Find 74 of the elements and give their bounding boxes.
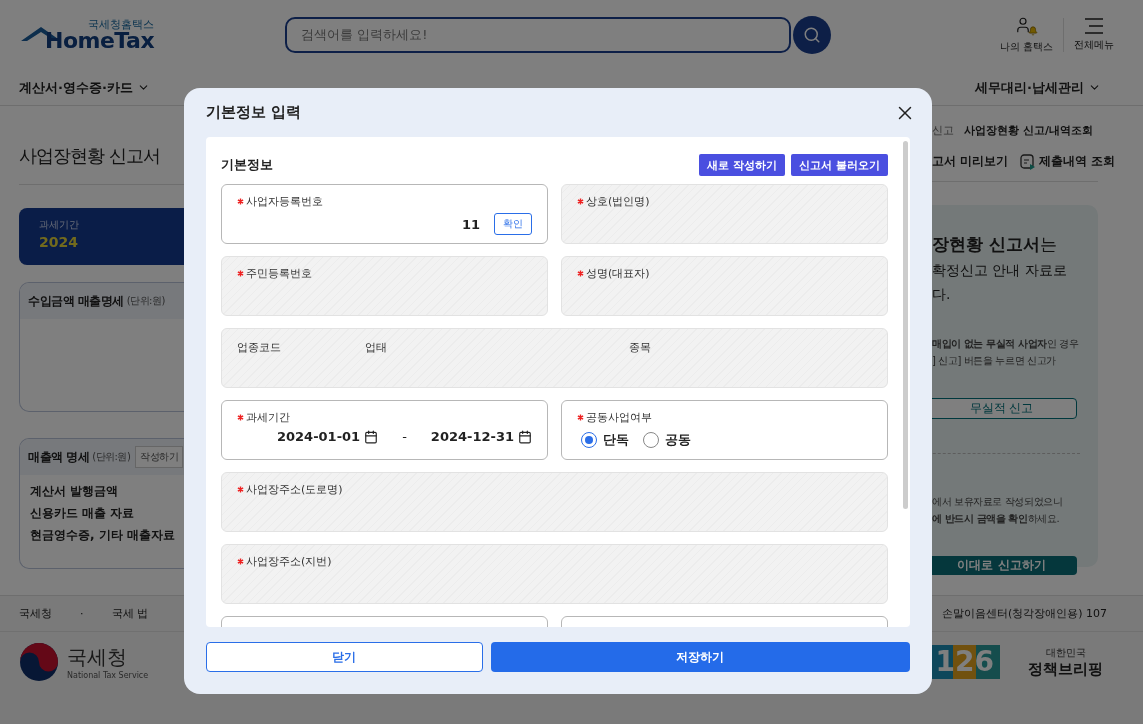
field-value: 11 bbox=[461, 216, 480, 232]
unit-label: (단위:원) bbox=[126, 294, 165, 308]
search-button[interactable] bbox=[793, 16, 831, 54]
nav-item[interactable]: 계산서·영수증·카드 bbox=[19, 78, 150, 97]
nav-item[interactable]: 세무대리·납세관리 bbox=[975, 78, 1101, 97]
agency-name: 국세청 bbox=[67, 644, 128, 671]
field-label: 성명(대표자) bbox=[577, 266, 872, 281]
calendar-icon[interactable] bbox=[364, 429, 379, 444]
field-label: 사업장주소(지번) bbox=[237, 554, 872, 569]
field-label: 공동사업여부 bbox=[577, 410, 872, 425]
footer-link[interactable]: 국세청 bbox=[19, 606, 52, 621]
field-label: 상호(법인명) bbox=[577, 194, 872, 209]
scrollbar-thumb[interactable] bbox=[903, 141, 908, 509]
logo-caption: 국세청홈택스 bbox=[88, 18, 155, 30]
confirm-button[interactable]: 확인 bbox=[494, 213, 532, 235]
document-icon bbox=[1020, 153, 1037, 170]
logo-text[interactable]: HomeTax bbox=[45, 29, 155, 52]
breadcrumb-item[interactable]: 사업장현황 신고/내역조회 bbox=[964, 122, 1093, 138]
emblem-icon bbox=[19, 642, 59, 682]
card-title: 수입금액 매출명세 bbox=[28, 292, 124, 310]
period-value: 2024 bbox=[39, 234, 78, 250]
radio-option[interactable]: 단독 bbox=[581, 431, 629, 449]
search-field[interactable]: 검색어를 입력하세요! bbox=[285, 17, 791, 53]
date-value: 2024-12-31 bbox=[430, 429, 514, 444]
sales-row: 신용카드 매출 자료 bbox=[30, 505, 135, 522]
footer-link[interactable]: · bbox=[80, 607, 84, 620]
section-button[interactable]: 새로 작성하기 bbox=[699, 154, 786, 176]
dialog-title: 기본정보 입력 bbox=[206, 103, 302, 122]
card-title: 매출액 명세 bbox=[28, 448, 90, 466]
notice-text: 매입이 없는 무실적 사업자인 경우 bbox=[932, 337, 1079, 351]
breadcrumb-item[interactable]: 신고 bbox=[932, 122, 954, 138]
notice-text: 에 반드시 금액을 확인하세요. bbox=[932, 512, 1060, 526]
date-separator: - bbox=[402, 429, 407, 444]
unit-label: (단위:원) bbox=[92, 450, 131, 464]
briefing-logo: 정책브리핑 bbox=[1028, 659, 1103, 679]
field-label: 종목 bbox=[629, 340, 652, 355]
period-label: 과세기간 bbox=[39, 218, 79, 232]
footer-link[interactable]: 국세 법 bbox=[111, 606, 148, 621]
field-label: 과세기간 bbox=[237, 410, 532, 425]
guide-text: 다. bbox=[932, 286, 952, 304]
notice-text: 에서 보유자료로 작성되었으니 bbox=[932, 495, 1063, 509]
write-button[interactable]: 작성하기 bbox=[135, 446, 184, 468]
link-label: 나의 홈택스 bbox=[999, 40, 1053, 54]
agency-english-name: National Tax Service bbox=[67, 671, 149, 680]
save-button[interactable]: 저장하기 bbox=[490, 642, 910, 672]
menu-icon bbox=[1084, 18, 1104, 34]
input-field[interactable]: 사업자등록번호 11 확인 bbox=[221, 184, 548, 244]
radio-option[interactable]: 공동 bbox=[643, 431, 691, 449]
action-link[interactable]: 고서 미리보기 bbox=[932, 153, 1009, 170]
field-label: 업태 bbox=[365, 340, 388, 355]
action-link[interactable]: 제출내역 조회 bbox=[1020, 153, 1116, 170]
sales-row: 계산서 발행금액 bbox=[30, 483, 119, 500]
input-field[interactable]: 공동사업여부 단독 공동 bbox=[561, 400, 888, 460]
sales-row: 현금영수증, 기타 매출자료 bbox=[30, 527, 175, 544]
section-button[interactable]: 신고서 불러오기 bbox=[791, 154, 888, 176]
notice-text: ] 신고] 버튼을 누르면 신고가 bbox=[932, 354, 1056, 368]
date-value: 2024-01-01 bbox=[277, 429, 361, 444]
link-label: 전체메뉴 bbox=[1074, 38, 1114, 52]
header-link[interactable]: 나의 홈택스 bbox=[989, 16, 1063, 54]
section-title: 기본정보 bbox=[221, 156, 273, 174]
close-dialog-button[interactable]: 닫기 bbox=[206, 642, 483, 672]
field-label: 사업장주소(도로명) bbox=[237, 482, 872, 497]
briefing-caption: 대한민국 bbox=[1045, 645, 1086, 660]
field-label: 업종코드 bbox=[237, 340, 282, 355]
header-link[interactable]: 전체메뉴 bbox=[1063, 18, 1124, 52]
calendar-icon[interactable] bbox=[518, 429, 532, 444]
guide-headline: 장현황 신고서는 bbox=[932, 233, 1058, 256]
guide-text: 확정신고 안내 자료로 bbox=[932, 262, 1068, 280]
input-field[interactable]: 과세기간 2024-01-01 - 2024-12-31 bbox=[221, 400, 548, 460]
field-label: 주민등록번호 bbox=[237, 266, 532, 281]
user-icon bbox=[1014, 16, 1039, 36]
search-icon bbox=[803, 26, 821, 44]
footer-text: 손말이음센터(청각장애인용) 107 bbox=[941, 606, 1107, 621]
field-label: 사업자등록번호 bbox=[237, 194, 532, 209]
